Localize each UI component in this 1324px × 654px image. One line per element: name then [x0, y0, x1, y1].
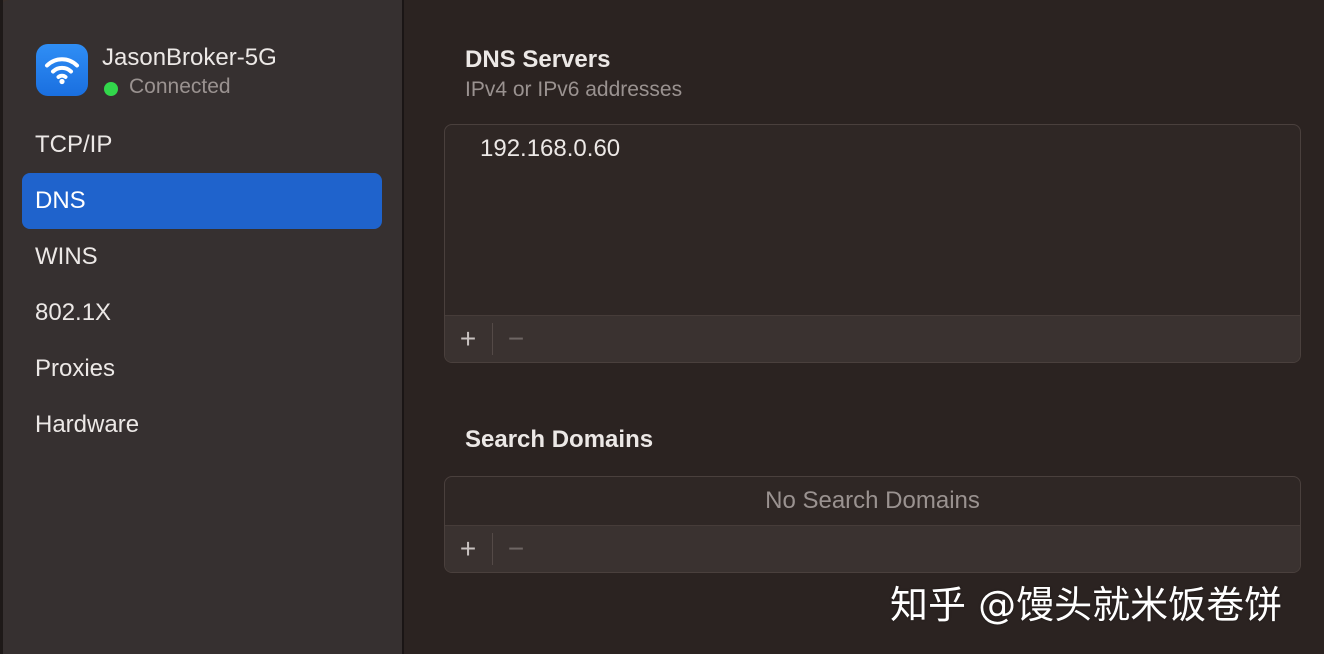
add-search-domain-button[interactable]: +: [445, 526, 491, 572]
dns-servers-subtitle: IPv4 or IPv6 addresses: [465, 78, 683, 101]
dns-servers-list-area[interactable]: 192.168.0.60: [445, 125, 1300, 317]
sidebar-item-wins[interactable]: WINS: [22, 229, 382, 285]
search-domains-title: Search Domains: [465, 426, 654, 453]
dns-servers-title: DNS Servers: [465, 46, 611, 73]
sidebar-nav: TCP/IP DNS WINS 802.1X Proxies Hardware: [22, 117, 382, 453]
sidebar-item-tcpip[interactable]: TCP/IP: [22, 117, 382, 173]
sidebar-item-hardware[interactable]: Hardware: [22, 397, 382, 453]
dns-servers-toolbar: + −: [445, 315, 1300, 362]
wifi-icon: [36, 44, 88, 96]
network-name: JasonBroker-5G: [102, 44, 277, 71]
status-dot-icon: [104, 82, 118, 96]
sidebar-item-8021x[interactable]: 802.1X: [22, 285, 382, 341]
search-domains-empty-message: No Search Domains: [765, 487, 980, 514]
search-domains-toolbar: + −: [445, 525, 1300, 572]
search-domains-list-area[interactable]: No Search Domains: [445, 477, 1300, 526]
dns-server-entry[interactable]: 192.168.0.60: [480, 135, 620, 163]
sidebar: JasonBroker-5G Connected TCP/IP DNS WINS…: [0, 0, 404, 654]
sidebar-item-dns[interactable]: DNS: [22, 173, 382, 229]
network-status-label: Connected: [129, 75, 231, 98]
search-domains-list[interactable]: No Search Domains + −: [444, 476, 1301, 573]
add-dns-server-button[interactable]: +: [445, 316, 491, 362]
network-settings-window: JasonBroker-5G Connected TCP/IP DNS WINS…: [0, 0, 1324, 654]
dns-servers-list[interactable]: 192.168.0.60 + −: [444, 124, 1301, 363]
remove-search-domain-button[interactable]: −: [493, 526, 539, 572]
sidebar-edge: [0, 0, 3, 654]
remove-dns-server-button[interactable]: −: [493, 316, 539, 362]
watermark-text: 知乎 @馒头就米饭卷饼: [890, 583, 1283, 627]
main-panel: DNS Servers IPv4 or IPv6 addresses 192.1…: [404, 0, 1324, 654]
sidebar-item-proxies[interactable]: Proxies: [22, 341, 382, 397]
